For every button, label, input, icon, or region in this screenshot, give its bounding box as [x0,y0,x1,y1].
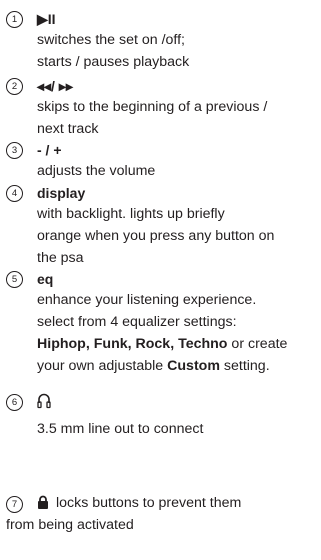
description-line: switches the set on /off; [37,32,185,48]
description-line: enhance your listening experience. [37,292,257,308]
eq-line-pre: your own adjustable [37,358,168,374]
volume-heading: - / + [37,142,62,158]
eq-presets: Hiphop, Funk, Rock, Techno [37,336,228,352]
description-line: with backlight. lights up briefly [37,206,225,222]
description-line: adjusts the volume [37,163,156,179]
description-line: starts / pauses playback [37,54,190,70]
description-line: your own adjustable Custom setting. [37,357,270,375]
eq-custom: Custom [167,358,220,374]
instruction-list: 1 ▶II switches the set on /off; starts /… [0,0,321,560]
description-line: skips to the beginning of a previous / [37,99,268,115]
description-line: from being activated [6,517,134,533]
eq-heading: eq [37,271,54,287]
description-line: 3.5 mm line out to connect [37,421,204,437]
description-line: select from 4 equalizer settings: [37,314,237,330]
skip-icons: ◂◂/ ▸▸ [37,78,73,94]
item-number: 1 [6,11,23,28]
description-line: locks buttons to prevent them [37,494,241,512]
item-number: 6 [6,394,23,411]
description-line: Hiphop, Funk, Rock, Techno or create [37,335,287,353]
description-line: orange when you press any button on [37,228,275,244]
item-number: 2 [6,78,23,95]
item-number: 3 [6,142,23,159]
item-number: 5 [6,271,23,288]
eq-line-post: setting. [219,358,270,374]
play-pause-icon: ▶II [37,11,56,27]
headphones-icon [37,390,51,409]
padlock-icon [37,495,56,511]
lock-line-text: locks buttons to prevent them [56,495,242,511]
item-number: 4 [6,185,23,202]
display-heading: display [37,185,86,201]
item-number: 7 [6,496,23,513]
eq-line-rest: or create [227,336,288,352]
description-line: next track [37,121,99,137]
description-line: the psa [37,250,84,266]
